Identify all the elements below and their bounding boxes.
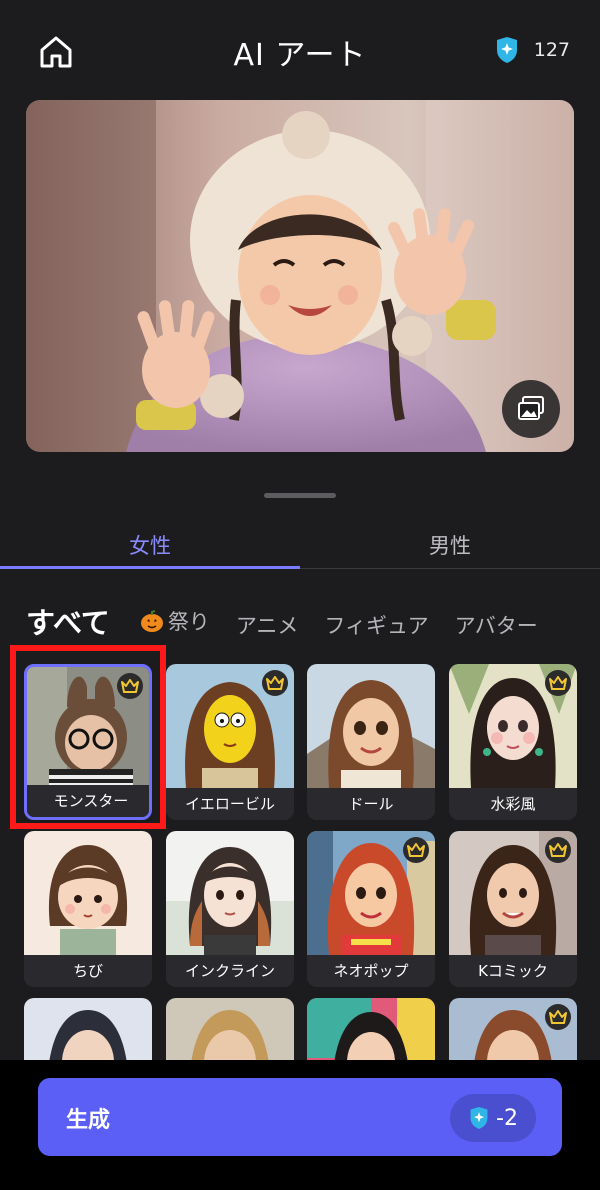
- shield-credit-icon: [496, 37, 517, 63]
- category-bar: すべて 祭り アニメ フィギュア アバター: [26, 600, 564, 650]
- style-label: ネオポップ: [307, 955, 435, 987]
- drag-handle[interactable]: [264, 493, 336, 498]
- style-thumbnail: [166, 831, 294, 955]
- style-label: 水彩風: [449, 788, 577, 820]
- style-label: イエロービル: [166, 788, 294, 820]
- style-card-k-comic[interactable]: Kコミック: [449, 831, 577, 987]
- category-avatar[interactable]: アバター: [455, 610, 538, 640]
- bottom-bar: 生成 -2: [0, 1060, 600, 1190]
- category-figure[interactable]: フィギュア: [324, 610, 428, 640]
- premium-crown-icon: [262, 670, 288, 696]
- tab-male[interactable]: 男性: [300, 530, 600, 560]
- credits-count: 127: [533, 39, 570, 61]
- style-thumbnail: [307, 998, 435, 1060]
- style-thumbnail: [24, 998, 152, 1060]
- premium-crown-icon: [545, 670, 571, 696]
- style-card-neo-pop[interactable]: ネオポップ: [307, 831, 435, 987]
- shield-credit-icon: [470, 1107, 488, 1129]
- category-festival-label: 祭り: [167, 610, 210, 634]
- style-label: ドール: [307, 788, 435, 820]
- style-label: インクライン: [166, 955, 294, 987]
- style-card-row3-2[interactable]: [166, 998, 294, 1060]
- gender-tabs: 女性 男性: [0, 520, 600, 570]
- category-anime[interactable]: アニメ: [236, 610, 299, 640]
- style-thumbnail: [24, 831, 152, 955]
- style-label: ちび: [24, 955, 152, 987]
- generate-button[interactable]: 生成 -2: [38, 1078, 562, 1156]
- gallery-icon: [518, 396, 544, 420]
- header: AI アート 127: [0, 0, 600, 100]
- credits-balance[interactable]: 127: [494, 36, 570, 64]
- style-card-doll[interactable]: ドール: [307, 664, 435, 820]
- credit-cost-badge: -2: [450, 1094, 536, 1142]
- style-card-ink-line[interactable]: インクライン: [166, 831, 294, 987]
- style-thumbnail: [166, 998, 294, 1060]
- style-thumbnail: [307, 664, 435, 788]
- style-card-row3-1[interactable]: [24, 998, 152, 1060]
- pumpkin-icon: [140, 610, 163, 632]
- style-label: Kコミック: [449, 955, 577, 987]
- style-card-row3-3[interactable]: [307, 998, 435, 1060]
- credit-cost: -2: [496, 1105, 518, 1131]
- premium-crown-icon: [545, 837, 571, 863]
- selection-highlight: [10, 645, 166, 829]
- style-card-watercolor[interactable]: 水彩風: [449, 664, 577, 820]
- category-festival[interactable]: 祭り: [140, 606, 210, 636]
- tab-active-indicator: [0, 566, 300, 569]
- preview-photo: [26, 100, 574, 452]
- premium-crown-icon: [545, 1004, 571, 1030]
- generate-label: 生成: [66, 1108, 111, 1133]
- style-card-chibi[interactable]: ちび: [24, 831, 152, 987]
- premium-crown-icon: [403, 837, 429, 863]
- tab-female[interactable]: 女性: [0, 530, 300, 560]
- style-card-row3-4[interactable]: [449, 998, 577, 1060]
- style-card-yellow-bill[interactable]: イエロービル: [166, 664, 294, 820]
- change-photo-button[interactable]: [502, 380, 560, 438]
- category-all[interactable]: すべて: [26, 600, 110, 642]
